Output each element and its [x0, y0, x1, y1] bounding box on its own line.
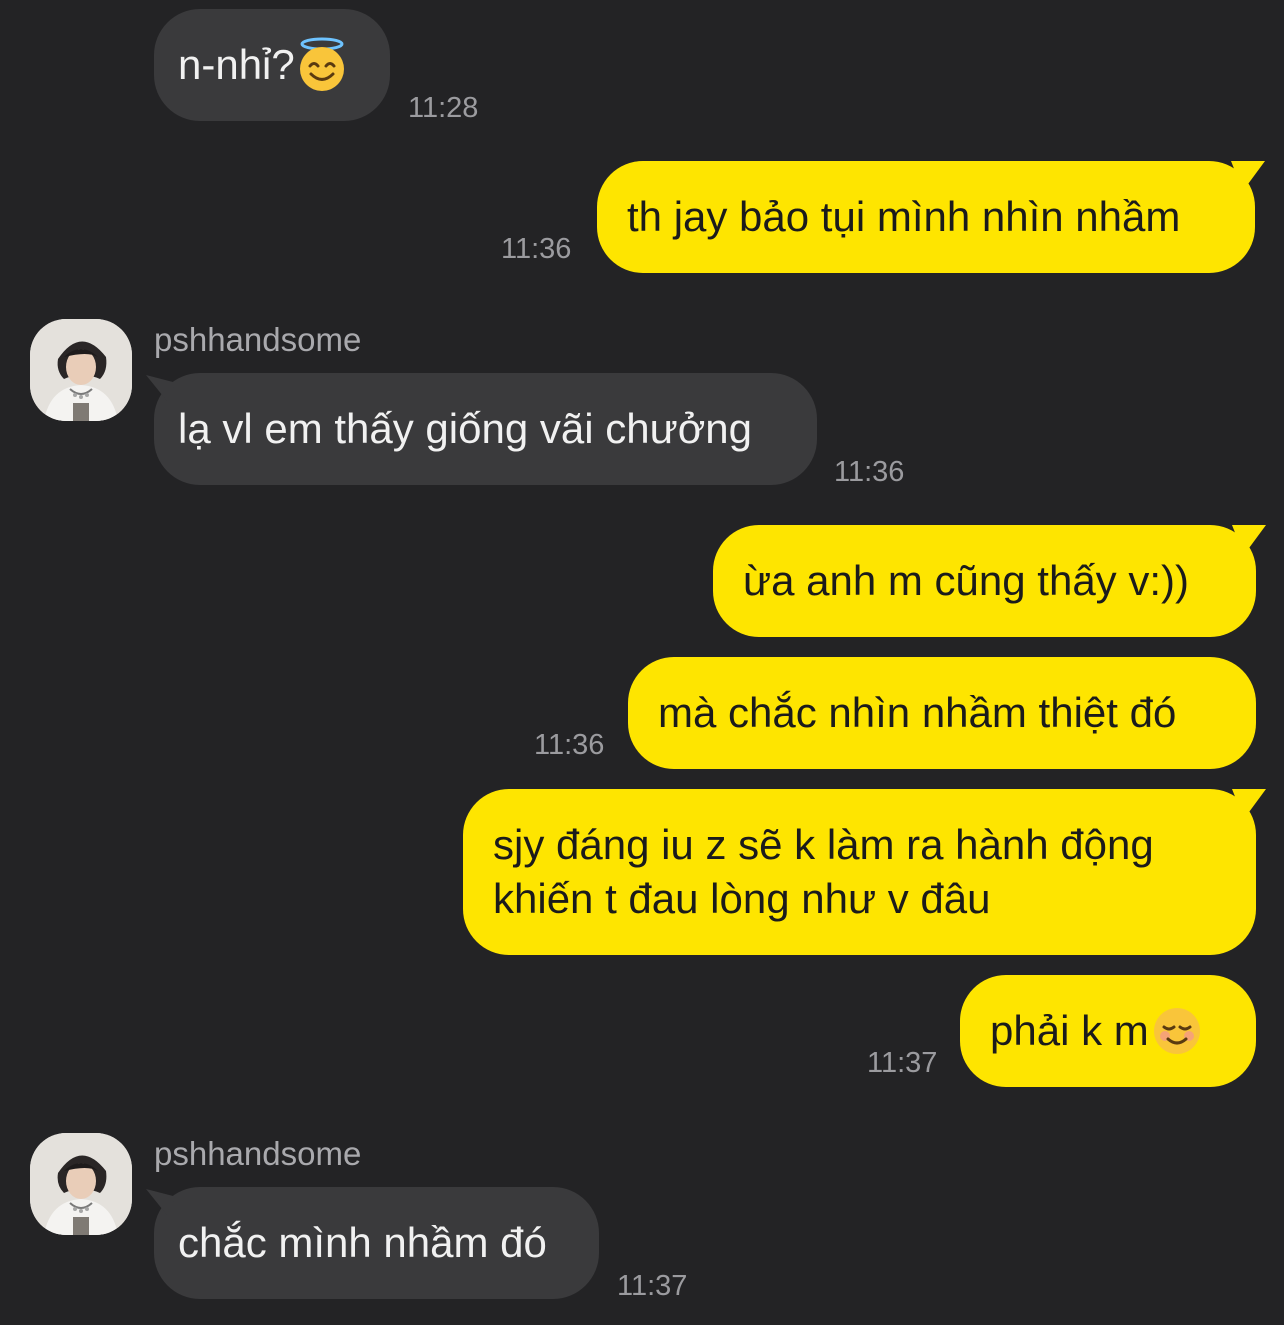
message-text: mà chắc nhìn nhầm thiệt đó: [658, 689, 1177, 736]
message-text: chắc mình nhầm đó: [178, 1219, 547, 1266]
message-text: lạ vl em thấy giống vãi chưởng: [178, 405, 752, 452]
message-text: th jay bảo tụi mình nhìn nhầm: [627, 193, 1181, 240]
sender-name: pshhandsome: [154, 1135, 362, 1172]
avatar-photo-icon: [30, 319, 132, 421]
outgoing-message-bubble[interactable]: phải k m: [960, 975, 1256, 1087]
incoming-message-bubble[interactable]: chắc mình nhầm đó: [154, 1187, 599, 1299]
avatar[interactable]: [30, 319, 132, 421]
smiling-face-with-halo-icon: [299, 37, 344, 91]
avatar-photo-icon: [30, 1133, 132, 1235]
avatar[interactable]: [30, 1133, 132, 1235]
smiling-face-icon: [1153, 1008, 1200, 1054]
outgoing-message-bubble[interactable]: sjy đáng iu z sẽ k làm ra hành động khiế…: [463, 789, 1256, 955]
outgoing-message-bubble[interactable]: ừa anh m cũng thấy v:)): [713, 525, 1256, 637]
incoming-message-bubble[interactable]: lạ vl em thấy giống vãi chưởng: [154, 373, 817, 485]
incoming-message-bubble[interactable]: n-nhỉ?: [154, 9, 390, 121]
message-timestamp: 11:36: [834, 456, 905, 488]
message-timestamp: 11:37: [867, 1047, 938, 1079]
message-timestamp: 11:36: [534, 729, 605, 761]
outgoing-message-bubble[interactable]: mà chắc nhìn nhầm thiệt đó: [628, 657, 1256, 769]
message-timestamp: 11:28: [408, 92, 479, 124]
message-timestamp: 11:37: [617, 1270, 688, 1302]
message-text: phải k m: [990, 1007, 1149, 1054]
message-text: ừa anh m cũng thấy v:)): [743, 557, 1189, 604]
sender-name: pshhandsome: [154, 321, 362, 358]
outgoing-message-bubble[interactable]: th jay bảo tụi mình nhìn nhầm: [597, 161, 1255, 273]
message-timestamp: 11:36: [501, 233, 572, 265]
message-text-line: khiến t đau lòng như v đâu: [493, 875, 991, 922]
message-text: n-nhỉ?: [178, 41, 295, 88]
message-text-line: sjy đáng iu z sẽ k làm ra hành động: [493, 821, 1154, 868]
